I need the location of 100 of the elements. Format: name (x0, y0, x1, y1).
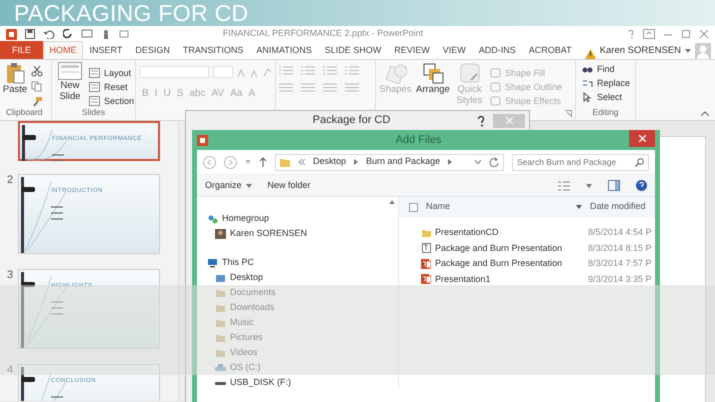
font-size-field[interactable] (212, 66, 233, 78)
align-icon[interactable] (323, 83, 337, 92)
user-name[interactable]: Karen SORENSEN (600, 42, 681, 59)
sort-icon[interactable] (576, 205, 582, 209)
list-icon[interactable] (345, 66, 359, 75)
recent-icon[interactable] (245, 160, 251, 164)
undo-icon[interactable] (43, 29, 55, 39)
replace-icon (582, 78, 593, 88)
drive-nav-icon (215, 362, 226, 372)
ribbon-tab[interactable]: HOME (43, 41, 84, 59)
touch-icon[interactable] (101, 29, 111, 39)
slide-command-button[interactable]: Section (89, 94, 134, 108)
caret-icon[interactable] (685, 48, 691, 52)
back-icon[interactable] (203, 156, 216, 168)
ribbon-tab[interactable]: FILE (0, 41, 44, 59)
nav-item[interactable]: Desktop (197, 270, 264, 285)
search-field[interactable]: Search Burn and Package (512, 154, 649, 170)
group-label: Clipboard (5, 106, 44, 119)
nav-item[interactable]: Karen SORENSEN (197, 226, 308, 241)
editing-command-button[interactable]: Select (582, 90, 632, 104)
group-label: Slides (80, 106, 106, 119)
toolbar-button[interactable]: New folder (268, 178, 311, 192)
maximize-icon[interactable] (681, 29, 691, 39)
dialog-launcher-icon[interactable] (565, 110, 572, 117)
ribbon-options-icon[interactable] (643, 29, 655, 39)
caret-icon[interactable] (246, 184, 252, 188)
toolbar-button[interactable]: Organize (205, 178, 252, 192)
cut-icon[interactable] (31, 66, 43, 77)
align-icon[interactable] (301, 83, 315, 92)
up-icon[interactable] (259, 157, 267, 167)
close-button[interactable] (629, 130, 655, 147)
ribbon-tab[interactable]: TRANSITIONS (176, 41, 250, 59)
address-bar[interactable]: Desktop Burn and Package (275, 154, 504, 170)
list-icon[interactable] (279, 66, 293, 75)
new-slide-button[interactable]: New Slide (55, 62, 85, 108)
ribbon-tab[interactable]: ADD-INS (472, 41, 522, 59)
nav-item[interactable]: USB_DISK (F:) (197, 375, 292, 390)
layout-icon (89, 68, 100, 78)
file-date: 8/3/2014 7:57 P (587, 257, 652, 270)
view-icon[interactable] (558, 180, 570, 190)
file-row[interactable]: Presentation1 (399, 272, 581, 286)
presentation-icon[interactable] (81, 29, 93, 39)
redo-icon[interactable] (63, 29, 73, 39)
pc-nav-icon (207, 258, 218, 268)
list-icon[interactable] (323, 66, 337, 75)
ribbon-tab[interactable]: REVIEW (388, 41, 436, 59)
drawing-button[interactable]: Arrange (416, 62, 449, 110)
paste-button[interactable]: Paste (3, 62, 27, 100)
help-icon[interactable] (477, 114, 485, 126)
customize-icon[interactable] (119, 29, 129, 39)
format-painter-icon[interactable] (31, 96, 43, 107)
forward-icon[interactable] (224, 156, 237, 168)
dropdown-icon[interactable] (475, 160, 481, 164)
editing-command-button[interactable]: Find (582, 62, 632, 76)
file-row[interactable]: Package and Burn Presentation (399, 242, 581, 255)
scroll-up-icon[interactable] (389, 200, 395, 204)
chevron-icon[interactable] (354, 159, 358, 165)
align-icon[interactable] (279, 83, 293, 92)
grow-font-icon[interactable] (237, 68, 246, 76)
help-icon[interactable] (636, 180, 647, 191)
ribbon-tab[interactable]: SLIDE SHOW (318, 41, 388, 59)
file-row[interactable]: Package and Burn Presentation (399, 257, 581, 270)
nav-item[interactable]: Homegroup (197, 211, 270, 226)
slide-command-button[interactable]: Reset (89, 80, 134, 94)
chevron-icon[interactable] (448, 159, 452, 165)
align-icon[interactable] (345, 83, 359, 92)
clear-format-icon[interactable] (263, 68, 272, 76)
preview-pane-icon[interactable] (608, 180, 620, 191)
shrink-font-icon[interactable] (250, 68, 259, 76)
slide-command-button[interactable]: Layout (89, 66, 134, 80)
ribbon-tab[interactable]: VIEW (436, 41, 472, 59)
folder-file-icon (421, 228, 431, 238)
slide-number: 2 (7, 173, 14, 188)
caret-icon[interactable] (586, 184, 592, 188)
ribbon-tab[interactable]: DESIGN (128, 41, 176, 59)
nav-item[interactable]: This PC (197, 255, 254, 270)
editing-command-button[interactable]: Replace (582, 76, 632, 90)
file-date: 8/3/2014 8:15 P (587, 242, 652, 254)
ribbon-tab[interactable]: ANIMATIONS (250, 41, 318, 59)
dialog-title: Package for CD (312, 113, 392, 128)
collapse-ribbon-icon[interactable] (701, 111, 709, 116)
save-icon[interactable] (25, 29, 35, 39)
column-header[interactable]: Name (426, 200, 576, 214)
file-row[interactable]: PresentationCD (399, 226, 581, 240)
list-icon[interactable] (301, 66, 315, 75)
user-nav-icon (215, 228, 226, 238)
ribbon-tab[interactable]: INSERT (83, 41, 129, 59)
breadcrumb-item[interactable]: Desktop (313, 155, 346, 169)
breadcrumb-item[interactable]: Burn and Package (366, 155, 440, 169)
font-name-field[interactable] (139, 66, 209, 78)
slide-number: 4 (7, 363, 14, 378)
group-label: Editing (592, 106, 620, 119)
select-all-checkbox[interactable] (409, 202, 418, 212)
refresh-icon[interactable] (489, 157, 499, 167)
layout-icon (89, 96, 100, 106)
powerpoint-icon[interactable] (6, 28, 17, 40)
lesson-title: PACKAGING FOR CD (14, 0, 248, 26)
column-header[interactable]: Date modified (590, 200, 646, 214)
ribbon-tab[interactable]: ACROBAT (522, 41, 578, 59)
close-icon[interactable] (699, 29, 709, 39)
